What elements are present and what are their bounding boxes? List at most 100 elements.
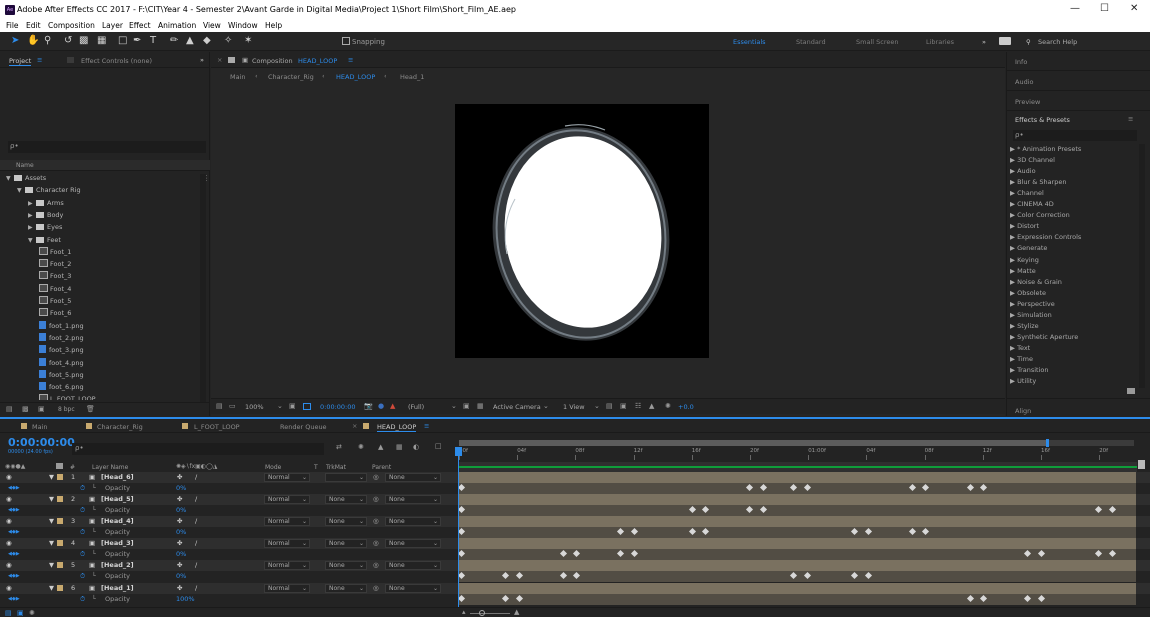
graph-icon[interactable]: └: [92, 571, 96, 582]
effect-category[interactable]: ▶ 3D Channel: [1010, 155, 1055, 166]
effect-category[interactable]: ▶ Stylize: [1010, 321, 1039, 332]
stopwatch-icon[interactable]: ⏱: [80, 505, 85, 516]
pick-whip-icon[interactable]: ◎: [373, 494, 379, 505]
tab-effect-controls[interactable]: Effect Controls (none): [81, 57, 152, 65]
workspace-more-icon[interactable]: »: [982, 38, 986, 46]
type-tool-icon[interactable]: T: [150, 35, 156, 47]
graph-icon[interactable]: └: [92, 527, 96, 538]
expand-triangle-icon[interactable]: ▼: [49, 583, 54, 594]
expand-triangle-icon[interactable]: ▶: [28, 210, 36, 222]
effect-category[interactable]: ▶ Time: [1010, 354, 1033, 365]
timeline-icon[interactable]: ▣: [620, 402, 627, 410]
workspace-small-screen[interactable]: Small Screen: [856, 38, 898, 46]
effect-category[interactable]: ▶ Obsolete: [1010, 288, 1046, 299]
chevron-down-icon[interactable]: ⌄: [302, 516, 307, 527]
expand-transfer-controls-icon[interactable]: ▣: [17, 609, 24, 617]
property-row[interactable]: ◀◆▶ ⏱ └ Opacity 0%: [0, 571, 1150, 583]
sync-icon[interactable]: [999, 37, 1011, 45]
stopwatch-icon[interactable]: ⏱: [80, 483, 85, 494]
breadcrumb-head-1[interactable]: Head_1: [400, 73, 424, 81]
hand-tool-icon[interactable]: ✋: [27, 35, 39, 47]
close-tab-icon[interactable]: ×: [352, 422, 357, 430]
fit-icon[interactable]: ▣: [289, 402, 296, 410]
tab-l-foot-loop[interactable]: L_FOOT_LOOP: [194, 423, 240, 431]
property-track[interactable]: [458, 505, 1136, 517]
snapshot-icon[interactable]: 📷: [364, 402, 373, 410]
new-folder-icon[interactable]: ▩: [22, 405, 29, 413]
search-help-input[interactable]: Search Help: [1038, 38, 1077, 46]
snapping-checkbox[interactable]: [342, 37, 350, 45]
effect-category[interactable]: ▶ * Animation Presets: [1010, 144, 1081, 155]
expand-triangle-icon[interactable]: ▼: [6, 173, 14, 185]
layer-name[interactable]: [Head_2]: [101, 560, 134, 571]
draft-3d-icon[interactable]: ✺: [358, 443, 364, 451]
property-track[interactable]: [458, 593, 1136, 605]
workspace-libraries[interactable]: Libraries: [926, 38, 954, 46]
tab-project[interactable]: Project: [9, 57, 32, 66]
pen-tool-icon[interactable]: ✒: [133, 35, 141, 47]
menu-edit[interactable]: Edit: [26, 21, 41, 30]
workspace-standard[interactable]: Standard: [796, 38, 826, 46]
clone-stamp-tool-icon[interactable]: ▲: [186, 35, 194, 47]
zoom-slider-handle[interactable]: [479, 610, 485, 616]
expand-triangle-icon[interactable]: ▼: [28, 235, 36, 247]
flowchart-icon[interactable]: ▲: [649, 402, 654, 410]
project-item[interactable]: Foot_3: [39, 270, 71, 282]
layer-row[interactable]: ◉ ▼ 1 ▣ [Head_6] ✤ / Normal ⌄ ⌄ ◎ None ⌄: [0, 472, 1150, 483]
new-preset-icon[interactable]: [1127, 388, 1135, 394]
property-track[interactable]: [458, 571, 1136, 583]
effects-menu-icon[interactable]: ≡: [1128, 115, 1133, 123]
layer-row[interactable]: ◉ ▼ 3 ▣ [Head_4] ✤ / Normal ⌄ None ⌄ ◎ None ⌄: [0, 516, 1150, 528]
layer-duration-bar[interactable]: [458, 516, 1136, 528]
expand-timing-icon[interactable]: ✺: [29, 609, 35, 617]
selection-tool-icon[interactable]: ➤: [11, 35, 19, 47]
property-value[interactable]: 0%: [176, 549, 186, 560]
eye-icon[interactable]: ◉: [6, 494, 12, 505]
expand-triangle-icon[interactable]: ▼: [49, 472, 54, 483]
new-comp-icon[interactable]: ▣: [38, 405, 45, 413]
layer-duration-bar[interactable]: [458, 560, 1136, 572]
zoom-select[interactable]: 100%: [245, 403, 264, 411]
puppet-tool-icon[interactable]: ✶: [244, 35, 252, 47]
effect-category[interactable]: ▶ Text: [1010, 343, 1030, 354]
column-layer-name[interactable]: Layer Name: [92, 464, 128, 471]
composition-menu-icon[interactable]: ≡: [348, 56, 353, 64]
label-color-swatch[interactable]: [57, 584, 63, 591]
menu-view[interactable]: View: [203, 21, 221, 30]
camera-select[interactable]: Active Camera: [493, 403, 541, 411]
chevron-down-icon[interactable]: ⌄: [433, 538, 438, 549]
timeline-menu-icon[interactable]: ≡: [424, 422, 429, 430]
expand-triangle-icon[interactable]: ▼: [17, 185, 25, 197]
project-folder[interactable]: ▶ Arms: [28, 197, 64, 209]
eye-icon[interactable]: ◉: [6, 516, 12, 527]
project-item[interactable]: Foot_4: [39, 283, 71, 295]
chevron-down-icon[interactable]: ⌄: [543, 402, 549, 410]
property-value[interactable]: 0%: [176, 571, 186, 582]
timeline-search-input[interactable]: ρ•: [72, 443, 324, 455]
camera-tool-icon[interactable]: ▩: [79, 35, 88, 47]
keyframe-navigator-icon[interactable]: ◀◆▶: [8, 483, 20, 494]
shy-switch-icon[interactable]: ✤: [177, 583, 182, 594]
menu-layer[interactable]: Layer: [102, 21, 123, 30]
composition-tab-prefix[interactable]: Composition: [252, 57, 293, 65]
layer-name[interactable]: [Head_5]: [101, 494, 134, 505]
project-folder[interactable]: ▶ Eyes: [28, 221, 62, 233]
chevron-down-icon[interactable]: ⌄: [433, 494, 438, 505]
motion-blur-icon[interactable]: ◐: [413, 443, 419, 451]
trash-icon[interactable]: 🗑: [86, 405, 95, 413]
expand-triangle-icon[interactable]: ▼: [49, 516, 54, 527]
rectangle-tool-icon[interactable]: □: [118, 35, 127, 47]
keyframe-navigator-icon[interactable]: ◀◆▶: [8, 571, 20, 582]
layer-name[interactable]: [Head_6]: [101, 472, 134, 483]
breadcrumb-head-loop[interactable]: HEAD_LOOP: [336, 73, 375, 81]
expand-layer-switches-icon[interactable]: ▤: [5, 609, 12, 617]
reset-exposure-icon[interactable]: ✺: [665, 402, 671, 410]
layer-duration-bar[interactable]: [458, 582, 1136, 594]
property-track[interactable]: [458, 549, 1136, 561]
property-track[interactable]: [458, 483, 1136, 494]
minimize-icon[interactable]: —: [1070, 3, 1080, 14]
chevron-down-icon[interactable]: ⌄: [359, 583, 364, 594]
graph-icon[interactable]: └: [92, 594, 96, 605]
chevron-down-icon[interactable]: ⌄: [359, 560, 364, 571]
monitor-icon[interactable]: ▭: [229, 402, 236, 410]
